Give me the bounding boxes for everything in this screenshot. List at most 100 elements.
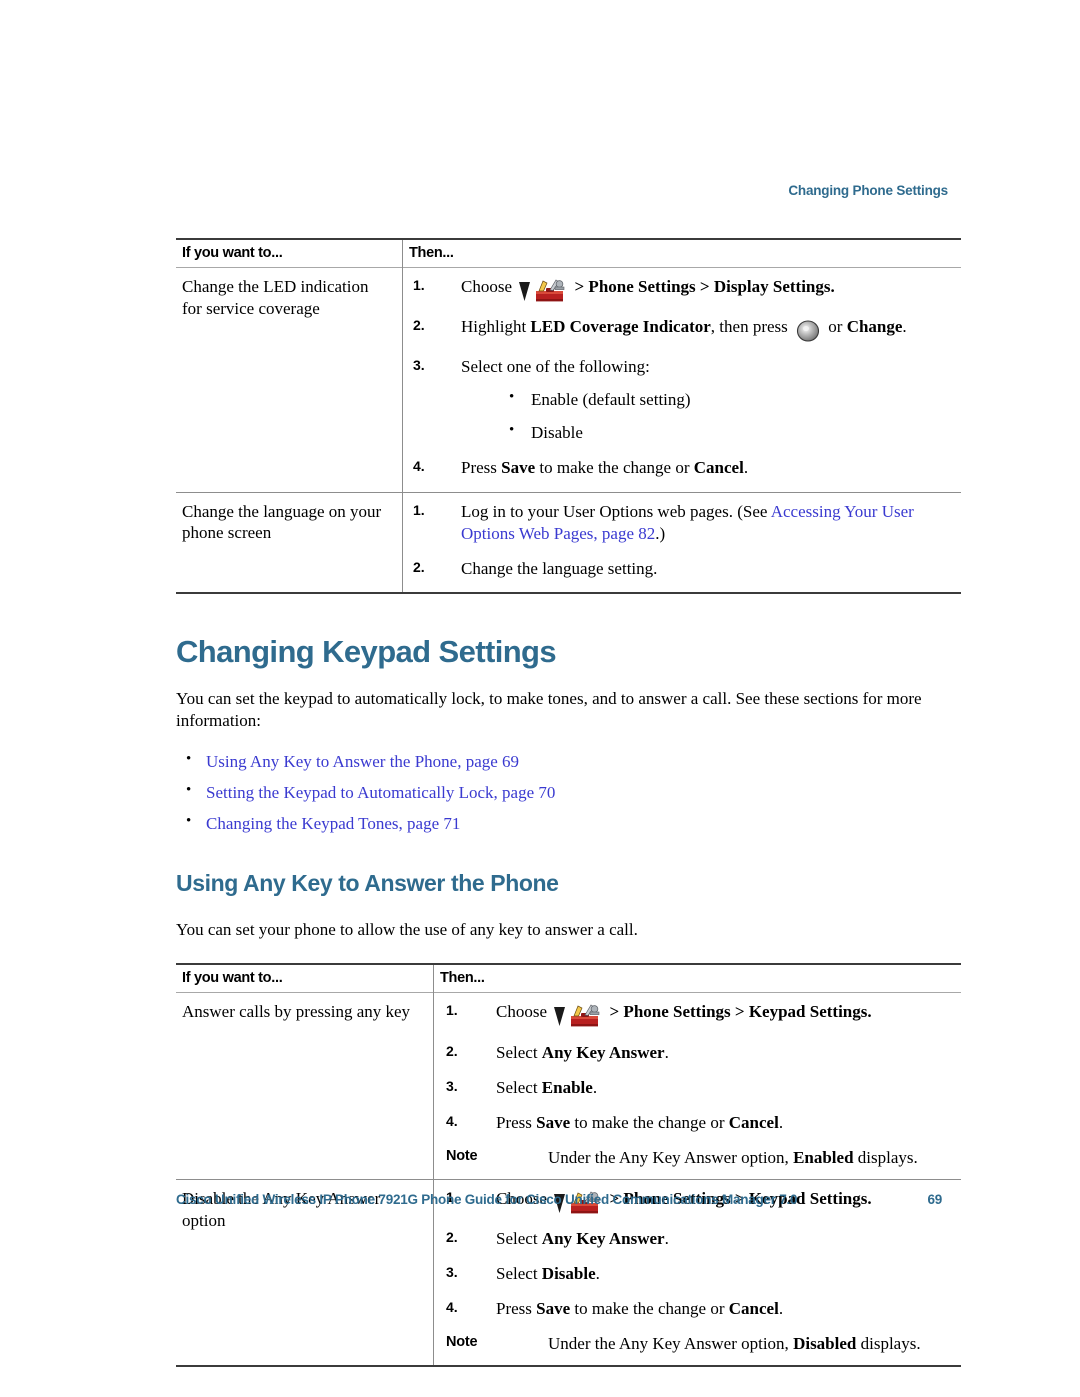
step-text-bold: > Phone Settings > Display Settings. [570,277,835,296]
note-text-tail: displays. [853,1147,918,1167]
footer-guide-title: Cisco Unified Wireless IP Phone 7921G Ph… [176,1192,798,1207]
step-text-lead: Press [461,458,502,478]
step-number: 4. [446,1299,458,1316]
step-text: Press Save to make the change or Cancel. [461,458,748,477]
note-text-bold: Disabled [793,1334,857,1354]
step-number: 2. [446,1229,458,1245]
step-text-lead: Log in to your User Options web pages. (… [461,501,771,521]
table-row: Change the language on your phone screen… [176,492,961,593]
step-item: 3. Select one of the following: Enable (… [403,356,957,444]
footer-page-number: 69 [927,1192,942,1207]
step-text-lead: Select [496,1264,542,1284]
step-text-bold-2: Cancel [693,458,744,478]
step-text-lead: Choose [461,277,517,296]
row-steps-cell: 1. Choose > Phone Settings > Keypad Sett… [433,992,961,1180]
list-item: Using Any Key to Answer the Phone, page … [176,750,948,773]
column-header-then: Then... [402,239,961,268]
step-text-lead: Press [496,1112,537,1132]
column-header-if-you-want-to: If you want to... [182,970,283,987]
step-text: Log in to your User Options web pages. (… [461,502,914,543]
step-text-bold: LED Coverage Indicator [530,317,711,337]
note-block: Note Under the Any Key Answer option, En… [434,1147,957,1169]
note-text-lead: Under the Any Key Answer option, [548,1334,794,1354]
step-text-bold: Save [536,1299,571,1319]
section-title-using-any-key: Using Any Key to Answer the Phone [176,870,559,896]
note-label: Note [446,1147,478,1164]
step-text-period: . [664,1229,669,1248]
step-item: 1. Log in to your User Options web pages… [403,501,957,545]
step-text: Select Enable. [496,1078,597,1097]
table-head: If you want to... Then... [176,964,961,993]
step-text: Choose > Phone Settings > Keypad Setting… [496,1002,872,1027]
step-number: 4. [446,1112,458,1129]
step-number: 3. [413,357,425,374]
step-number: 1. [413,501,425,518]
step-text-lead: Select [496,1229,542,1248]
step-text-period: . [778,1112,784,1132]
note-text-bold: Enabled [793,1147,854,1167]
step-item: 2. Change the language setting. [403,558,957,580]
step-item: 4. Press Save to make the change or Canc… [403,457,957,479]
xref-setting-keypad-lock[interactable]: Setting the Keypad to Automatically Lock… [206,783,555,802]
step-text-or: or [824,317,847,337]
any-key-answer-table: If you want to... Then... Answer calls b… [176,963,961,1368]
xref-changing-keypad-tones[interactable]: Changing the Keypad Tones, page 71 [206,814,460,833]
document-page: Changing Phone Settings If you want to..… [0,0,1080,1397]
step-number: 3. [446,1264,458,1281]
table-row: Change the LED indication for service co… [176,267,961,493]
step-text-period: . [664,1042,669,1062]
step-sub-bullets: Enable (default setting) Disable [461,388,957,444]
step-list: 1. Choose > Phone Settings > Keypad Sett… [434,1188,957,1320]
step-text: Select Disable. [496,1264,600,1283]
step-text-period: . [592,1077,598,1097]
step-list: 1. Choose > Phone Settings > Keypad Sett… [434,1001,957,1133]
step-text-period: . [595,1264,600,1284]
nav-arrow-down-icon [551,1006,567,1028]
settings-toolbox-icon [532,279,570,303]
step-text-lead: Highlight [461,317,531,337]
step-item: 3. Select Disable. [434,1263,957,1285]
step-list: 1. Log in to your User Options web pages… [403,501,957,580]
step-item: 2. Highlight LED Coverage Indicator, the… [403,316,957,343]
step-text-bold: Enable [541,1077,593,1097]
step-text-lead: Press [496,1299,537,1319]
note-text: Under the Any Key Answer option, Disable… [548,1334,921,1353]
step-text-bold-2: Cancel [728,1112,779,1132]
step-number: 4. [413,458,425,475]
table-body: Change the LED indication for service co… [176,267,961,593]
note-text-lead: Under the Any Key Answer option, [548,1147,794,1167]
step-text: Press Save to make the change or Cancel. [496,1299,783,1318]
list-item: Changing the Keypad Tones, page 71 [176,812,948,835]
step-item: 1. Choose > Phone Settings > Keypad Sett… [434,1001,957,1028]
step-item: 4. Press Save to make the change or Canc… [434,1298,957,1320]
step-number: 2. [446,1042,458,1059]
xref-using-any-key[interactable]: Using Any Key to Answer the Phone, page … [206,752,519,771]
step-text: Select Any Key Answer. [496,1043,669,1062]
list-item: Setting the Keypad to Automatically Lock… [176,781,948,804]
row-task-label: Change the LED indication for service co… [182,277,369,318]
table-row: Disable the Any Key Answer option 1. Cho… [176,1179,961,1367]
row-steps-cell: 1. Log in to your User Options web pages… [402,492,961,593]
table-header-row: If you want to... Then... [176,239,961,268]
step-text-bold: > Phone Settings > Keypad Settings. [605,1002,872,1022]
table-body: Answer calls by pressing any key 1. Choo… [176,992,961,1367]
step-item: 2. Select Any Key Answer. [434,1042,957,1064]
step-text-bold: Any Key Answer [541,1229,665,1248]
step-number: 3. [446,1077,458,1094]
step-text-bold: Save [536,1112,571,1132]
display-settings-table: If you want to... Then... Change the LED… [176,238,961,594]
note-text: Under the Any Key Answer option, Enabled… [548,1148,918,1167]
step-item: 4. Press Save to make the change or Canc… [434,1112,957,1134]
note-label: Note [446,1334,478,1351]
step-text-bold-2: Change [846,317,903,337]
step-text-period: . [743,458,749,478]
sub-bullet-item: Disable [461,421,957,444]
step-text-bold: Save [501,458,536,478]
column-header-if-you-want-to: If you want to... [182,245,283,261]
step-text: Select Any Key Answer. [496,1229,669,1248]
step-text: Change the language setting. [461,558,658,578]
settings-toolbox-icon [567,1004,605,1028]
step-text-bold: Any Key Answer [541,1042,665,1062]
